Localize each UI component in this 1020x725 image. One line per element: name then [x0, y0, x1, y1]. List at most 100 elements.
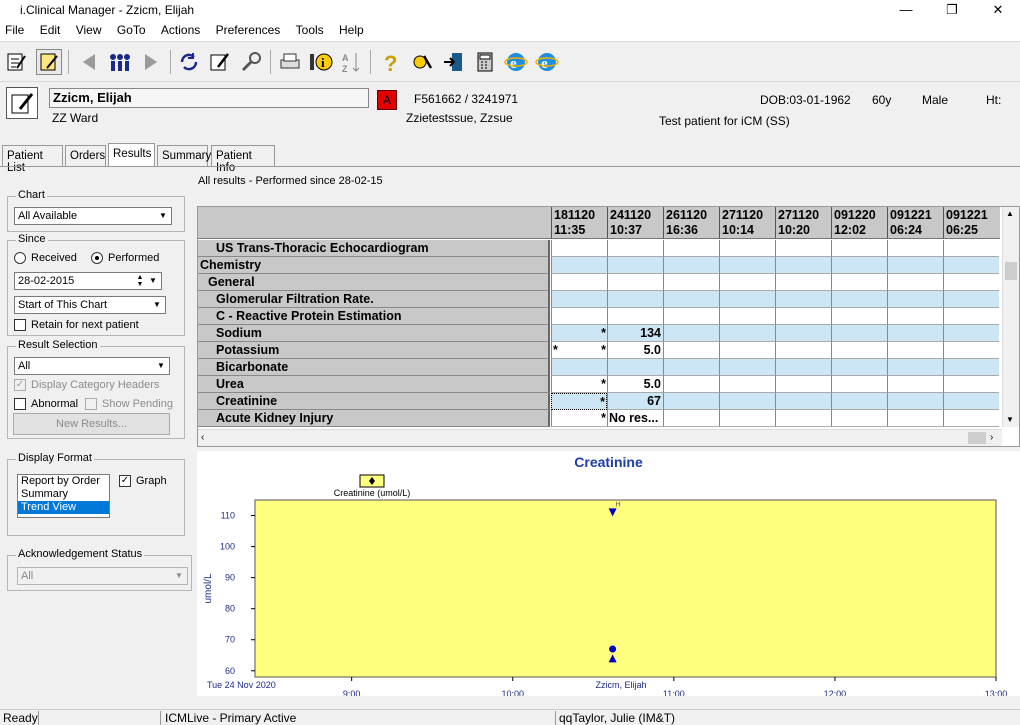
table-cell[interactable]	[831, 342, 887, 359]
table-cell[interactable]	[775, 325, 831, 342]
table-cell[interactable]	[887, 359, 943, 376]
table-cell[interactable]	[831, 359, 887, 376]
calculator-icon[interactable]	[472, 49, 498, 75]
table-cell[interactable]: 134	[607, 325, 663, 342]
menu-view[interactable]: View	[71, 21, 109, 37]
table-cell[interactable]	[831, 257, 887, 274]
scroll-left-icon[interactable]: ‹	[201, 432, 204, 443]
ack-select[interactable]: All ▼	[17, 567, 188, 585]
table-cell[interactable]	[775, 257, 831, 274]
table-cell[interactable]	[887, 410, 943, 427]
grid-horizontal-scrollbar[interactable]: ‹ ›	[198, 429, 1002, 446]
table-cell[interactable]	[663, 291, 719, 308]
table-cell[interactable]	[551, 240, 607, 257]
table-cell[interactable]	[607, 240, 663, 257]
table-cell[interactable]: *	[551, 376, 607, 393]
format-option-selected[interactable]: Trend View	[18, 501, 109, 514]
table-cell[interactable]	[551, 359, 607, 376]
column-header[interactable]: 091220 12:02	[831, 207, 887, 239]
table-cell[interactable]	[775, 410, 831, 427]
table-cell[interactable]	[663, 359, 719, 376]
new-results-button[interactable]: New Results...	[13, 413, 170, 435]
table-cell[interactable]	[663, 240, 719, 257]
table-cell[interactable]	[775, 274, 831, 291]
table-cell[interactable]	[943, 240, 999, 257]
table-row[interactable]: Bicarbonate	[198, 359, 1000, 376]
back-arrow-icon[interactable]	[76, 49, 102, 75]
start-select[interactable]: Start of This Chart ▼	[14, 296, 166, 314]
table-cell[interactable]	[607, 291, 663, 308]
row-label[interactable]: Potassium	[198, 342, 550, 359]
menu-help[interactable]: Help	[334, 21, 371, 37]
alert-badge[interactable]: A	[377, 90, 397, 110]
browser-icon-2[interactable]: e	[534, 49, 560, 75]
table-cell[interactable]: *	[551, 393, 607, 410]
table-row[interactable]: Creatinine * 67	[198, 393, 1000, 410]
row-label[interactable]: Acute Kidney Injury	[198, 410, 550, 427]
result-select[interactable]: All ▼	[14, 357, 170, 375]
table-row[interactable]: General	[198, 274, 1000, 291]
table-cell[interactable]: *	[551, 410, 607, 427]
table-cell[interactable]	[775, 291, 831, 308]
tab-orders[interactable]: Orders	[65, 145, 106, 166]
scroll-right-icon[interactable]: ›	[990, 432, 993, 443]
format-option[interactable]: Summary	[18, 488, 109, 501]
table-cell[interactable]	[831, 410, 887, 427]
table-cell[interactable]	[719, 240, 775, 257]
menu-goto[interactable]: GoTo	[112, 21, 153, 37]
table-cell[interactable]: * *	[551, 342, 607, 359]
table-cell[interactable]	[831, 274, 887, 291]
table-cell[interactable]	[887, 257, 943, 274]
row-label[interactable]: Sodium	[198, 325, 550, 342]
table-row[interactable]: US Trans-Thoracic Echocardiogram	[198, 240, 1000, 257]
table-cell[interactable]	[887, 274, 943, 291]
table-cell[interactable]	[831, 308, 887, 325]
received-radio[interactable]: Received	[14, 252, 77, 264]
table-cell[interactable]	[775, 359, 831, 376]
table-cell[interactable]	[719, 325, 775, 342]
help-icon[interactable]: ?	[378, 49, 404, 75]
table-row[interactable]: Glomerular Filtration Rate.	[198, 291, 1000, 308]
table-cell[interactable]	[775, 393, 831, 410]
menu-file[interactable]: File	[0, 21, 31, 37]
graph-checkbox[interactable]: ✓ Graph	[119, 475, 167, 487]
printer-icon[interactable]	[277, 49, 303, 75]
table-row[interactable]: Potassium * * 5.0	[198, 342, 1000, 359]
column-header[interactable]: 091221 06:24	[887, 207, 943, 239]
table-cell[interactable]	[719, 359, 775, 376]
table-cell[interactable]	[719, 308, 775, 325]
table-cell[interactable]	[551, 291, 607, 308]
table-cell[interactable]	[719, 342, 775, 359]
table-cell[interactable]	[719, 274, 775, 291]
table-cell[interactable]	[775, 342, 831, 359]
since-date-picker[interactable]: 28-02-2015 ▲ ▼ ▼	[14, 272, 162, 290]
column-header[interactable]: 181120 11:35	[551, 207, 607, 239]
table-cell[interactable]	[663, 257, 719, 274]
search-key-icon[interactable]	[238, 49, 264, 75]
column-header[interactable]: 271120 10:20	[775, 207, 831, 239]
table-cell[interactable]	[887, 342, 943, 359]
table-cell[interactable]	[887, 240, 943, 257]
edit-notes-icon[interactable]	[207, 49, 233, 75]
browser-icon[interactable]: e	[503, 49, 529, 75]
menu-edit[interactable]: Edit	[35, 21, 68, 37]
table-cell[interactable]	[943, 393, 999, 410]
refresh-icon[interactable]	[176, 49, 202, 75]
table-cell[interactable]	[663, 308, 719, 325]
table-cell[interactable]	[775, 376, 831, 393]
format-option[interactable]: Report by Order	[18, 475, 109, 488]
table-cell[interactable]	[887, 393, 943, 410]
table-cell[interactable]	[663, 410, 719, 427]
table-cell[interactable]	[831, 376, 887, 393]
scroll-thumb[interactable]	[968, 432, 986, 444]
close-button[interactable]: ✕	[975, 0, 1020, 21]
table-cell[interactable]	[663, 393, 719, 410]
table-cell[interactable]	[943, 257, 999, 274]
table-cell[interactable]	[943, 359, 999, 376]
menu-preferences[interactable]: Preferences	[211, 21, 288, 37]
forward-arrow-icon[interactable]	[138, 49, 164, 75]
table-cell[interactable]	[607, 308, 663, 325]
table-cell[interactable]	[663, 376, 719, 393]
exit-icon[interactable]	[440, 49, 466, 75]
table-row[interactable]: C - Reactive Protein Estimation	[198, 308, 1000, 325]
